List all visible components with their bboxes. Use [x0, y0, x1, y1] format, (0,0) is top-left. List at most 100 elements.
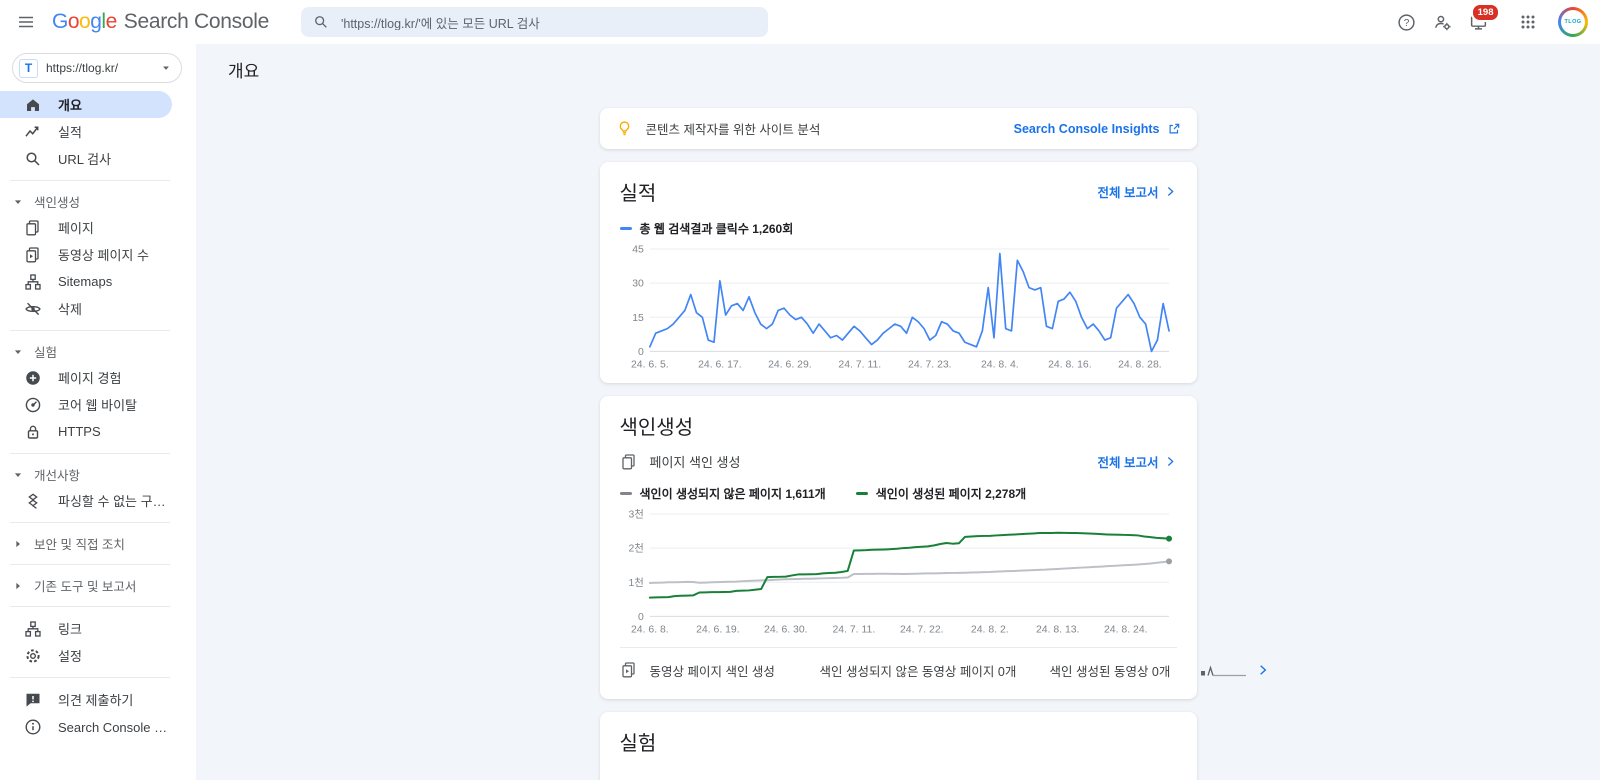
- legend-dash: [856, 492, 868, 495]
- experience-card: 실험: [600, 712, 1197, 780]
- experience-card-title: 실험: [620, 727, 657, 756]
- performance-legend: 총 웹 검색결과 클릭수 1,260회: [620, 220, 1177, 237]
- svg-text:24. 8. 24.: 24. 8. 24.: [1103, 625, 1147, 636]
- sidebar-section-indexing[interactable]: 색인생성: [0, 189, 196, 214]
- chevron-right-icon: [1164, 185, 1177, 198]
- svg-text:24. 6. 8.: 24. 6. 8.: [630, 625, 668, 636]
- video-indexing-sparkline: [1200, 662, 1256, 678]
- caret-down-icon: [13, 197, 23, 207]
- product-name: Search Console: [124, 10, 269, 34]
- chevron-down-icon: [161, 63, 171, 73]
- sidebar-item-overview[interactable]: 개요: [0, 91, 172, 118]
- user-settings-button[interactable]: [1424, 4, 1460, 40]
- svg-text:24. 8. 13.: 24. 8. 13.: [1035, 625, 1079, 636]
- sidebar-section-security-actions[interactable]: 보안 및 직접 조치: [0, 531, 196, 556]
- chevron-right-icon: [1164, 455, 1177, 468]
- performance-full-report-link[interactable]: 전체 보고서: [1098, 182, 1177, 201]
- sidebar-item-label: 코어 웹 바이탈: [58, 395, 137, 414]
- pages-icon: [24, 219, 42, 237]
- sidebar-item-label: Sitemaps: [58, 274, 112, 289]
- sidebar-item-pages[interactable]: 페이지: [0, 214, 172, 241]
- svg-text:1천: 1천: [628, 577, 643, 589]
- notification-badge: 198: [1471, 3, 1500, 22]
- top-bar: Google Search Console ? 198: [0, 0, 1600, 44]
- sidebar-item-label: 페이지: [58, 218, 94, 237]
- sidebar-item-sitemaps[interactable]: Sitemaps: [0, 268, 172, 295]
- sidebar-divider: [10, 180, 170, 181]
- sidebar-item-removals[interactable]: 삭제: [0, 295, 172, 322]
- svg-text:0: 0: [638, 612, 644, 623]
- sidebar-section-legacy-tools[interactable]: 기존 도구 및 보고서: [0, 573, 196, 598]
- sidebar-item-label: Search Console 정보: [58, 717, 172, 736]
- sidebar-section-enhancements[interactable]: 개선사항: [0, 462, 196, 487]
- sidebar-item-label: HTTPS: [58, 424, 101, 439]
- banner-text: 콘텐츠 제작자를 위한 사이트 분석: [646, 119, 821, 138]
- sidebar-item-https[interactable]: HTTPS: [0, 418, 172, 445]
- section-label: 개선사항: [34, 465, 80, 484]
- sidebar-divider: [10, 522, 170, 523]
- user-settings-icon: [1433, 13, 1452, 32]
- sidebar-item-label: 페이지 경험: [58, 368, 121, 387]
- menu-icon[interactable]: [6, 2, 46, 42]
- sidebar-divider: [10, 330, 170, 331]
- indexing-chart[interactable]: 01천2천3천24. 6. 8.24. 6. 19.24. 6. 30.24. …: [620, 506, 1177, 638]
- performance-chart[interactable]: 015304524. 6. 5.24. 6. 17.24. 6. 29.24. …: [620, 241, 1177, 373]
- sidebar-item-label: URL 검사: [58, 149, 111, 168]
- apps-grid-button[interactable]: [1510, 4, 1546, 40]
- video-indexing-row[interactable]: 동영상 페이지 색인 생성 색인 생성되지 않은 동영상 페이지 0개 색인 생…: [620, 647, 1177, 689]
- help-button[interactable]: ?: [1388, 4, 1424, 40]
- sidebar-item-feedback[interactable]: 의견 제출하기: [0, 686, 172, 713]
- property-selector[interactable]: T https://tlog.kr/: [12, 53, 182, 83]
- legend-label: 총 웹 검색결과 클릭수 1,260회: [640, 220, 794, 237]
- sidebar-divider: [10, 606, 170, 607]
- svg-text:24. 7. 22.: 24. 7. 22.: [900, 625, 944, 636]
- video-pages-icon: [24, 246, 42, 264]
- section-label: 기존 도구 및 보고서: [34, 576, 136, 595]
- svg-text:24. 6. 30.: 24. 6. 30.: [764, 625, 808, 636]
- chevron-right-icon[interactable]: [1256, 663, 1270, 677]
- sidebar-item-settings[interactable]: 설정: [0, 642, 172, 669]
- insights-banner: 콘텐츠 제작자를 위한 사이트 분석 Search Console Insigh…: [600, 108, 1197, 149]
- svg-text:24. 8. 28.: 24. 8. 28.: [1118, 359, 1162, 370]
- sidebar-item-url-inspection[interactable]: URL 검사: [0, 145, 172, 172]
- home-icon: [24, 96, 42, 114]
- indexing-card: 색인생성 페이지 색인 생성 전체 보고서 색인이 생성되지 않은 페이지 1,…: [600, 396, 1197, 698]
- lightbulb-icon: [616, 120, 633, 137]
- eye-off-icon: [24, 300, 42, 318]
- legend-item: 총 웹 검색결과 클릭수 1,260회: [620, 220, 794, 237]
- sidebar-item-page-experience[interactable]: 페이지 경험: [0, 364, 172, 391]
- caret-down-icon: [13, 470, 23, 480]
- sidebar-item-label: 의견 제출하기: [58, 690, 133, 709]
- legend-label: 색인이 생성되지 않은 페이지 1,611개: [640, 485, 826, 502]
- svg-text:24. 7. 11.: 24. 7. 11.: [832, 625, 875, 636]
- sitemaps-icon: [24, 273, 42, 291]
- sidebar-item-label: 링크: [58, 619, 82, 638]
- svg-text:0: 0: [638, 347, 644, 358]
- indexing-full-report-link[interactable]: 전체 보고서: [1098, 452, 1177, 471]
- main-content: 개요 콘텐츠 제작자를 위한 사이트 분석 Search Console Ins…: [196, 44, 1600, 780]
- search-input[interactable]: [339, 14, 756, 30]
- announcements-button[interactable]: 198: [1460, 4, 1496, 40]
- sidebar-item-about[interactable]: Search Console 정보: [0, 713, 172, 740]
- sidebar-item-label: 삭제: [58, 299, 82, 318]
- sidebar-item-unparsable-structured-data[interactable]: 파싱할 수 없는 구조화된 ...: [0, 487, 172, 514]
- sidebar-nav: 개요실적 URL 검사색인생성페이지동영상 페이지 수 Sitemaps 삭제실험페이…: [0, 91, 196, 740]
- account-avatar[interactable]: TLOG: [1558, 7, 1588, 37]
- sidebar-item-video-pages[interactable]: 동영상 페이지 수: [0, 241, 172, 268]
- sidebar-item-links[interactable]: 링크: [0, 615, 172, 642]
- insights-link[interactable]: Search Console Insights: [1014, 122, 1181, 136]
- svg-text:24. 6. 19.: 24. 6. 19.: [696, 625, 740, 636]
- avatar-label: TLOG: [1561, 10, 1585, 34]
- sidebar-item-performance[interactable]: 실적: [0, 118, 172, 145]
- caret-down-icon: [13, 347, 23, 357]
- sidebar-item-label: 개요: [58, 95, 82, 114]
- url-inspection-searchbar[interactable]: [301, 7, 768, 37]
- sidebar-item-core-web-vitals[interactable]: 코어 웹 바이탈: [0, 391, 172, 418]
- indexing-subtitle: 페이지 색인 생성: [650, 452, 741, 471]
- help-icon: ?: [1397, 13, 1416, 32]
- search-icon: [24, 150, 42, 168]
- lock-icon: [24, 423, 42, 441]
- search-icon: [313, 14, 329, 30]
- sidebar-section-experience[interactable]: 실험: [0, 339, 196, 364]
- property-initial-icon: T: [19, 59, 38, 78]
